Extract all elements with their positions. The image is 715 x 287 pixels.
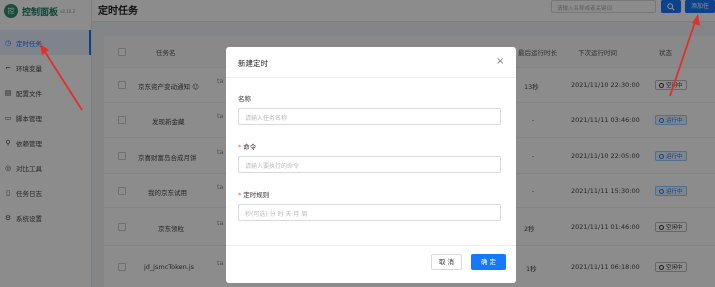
close-icon[interactable]: × — [496, 56, 504, 67]
confirm-button[interactable]: 确 定 — [471, 254, 506, 270]
new-task-dialog: 新建定时 × 名称 请输入任务名称 * 命令 请输入要执行的命令 * 定时规则 秒(… — [226, 47, 516, 283]
cancel-button[interactable]: 取 消 — [431, 254, 462, 270]
required-mark: * — [238, 143, 242, 151]
name-input[interactable]: 请输入任务名称 — [238, 108, 501, 125]
command-label: * 命令 — [238, 143, 257, 151]
schedule-input[interactable]: 秒(可选) 分 时 天 月 周 — [238, 204, 501, 221]
name-label: 名称 — [238, 95, 251, 103]
required-mark: * — [238, 191, 242, 199]
dialog-footer-divider — [226, 245, 516, 246]
command-input[interactable]: 请输入要执行的命令 — [238, 156, 501, 173]
dialog-title: 新建定时 — [238, 59, 268, 68]
dialog-header-divider — [226, 77, 516, 78]
schedule-label: * 定时规则 — [238, 191, 270, 199]
